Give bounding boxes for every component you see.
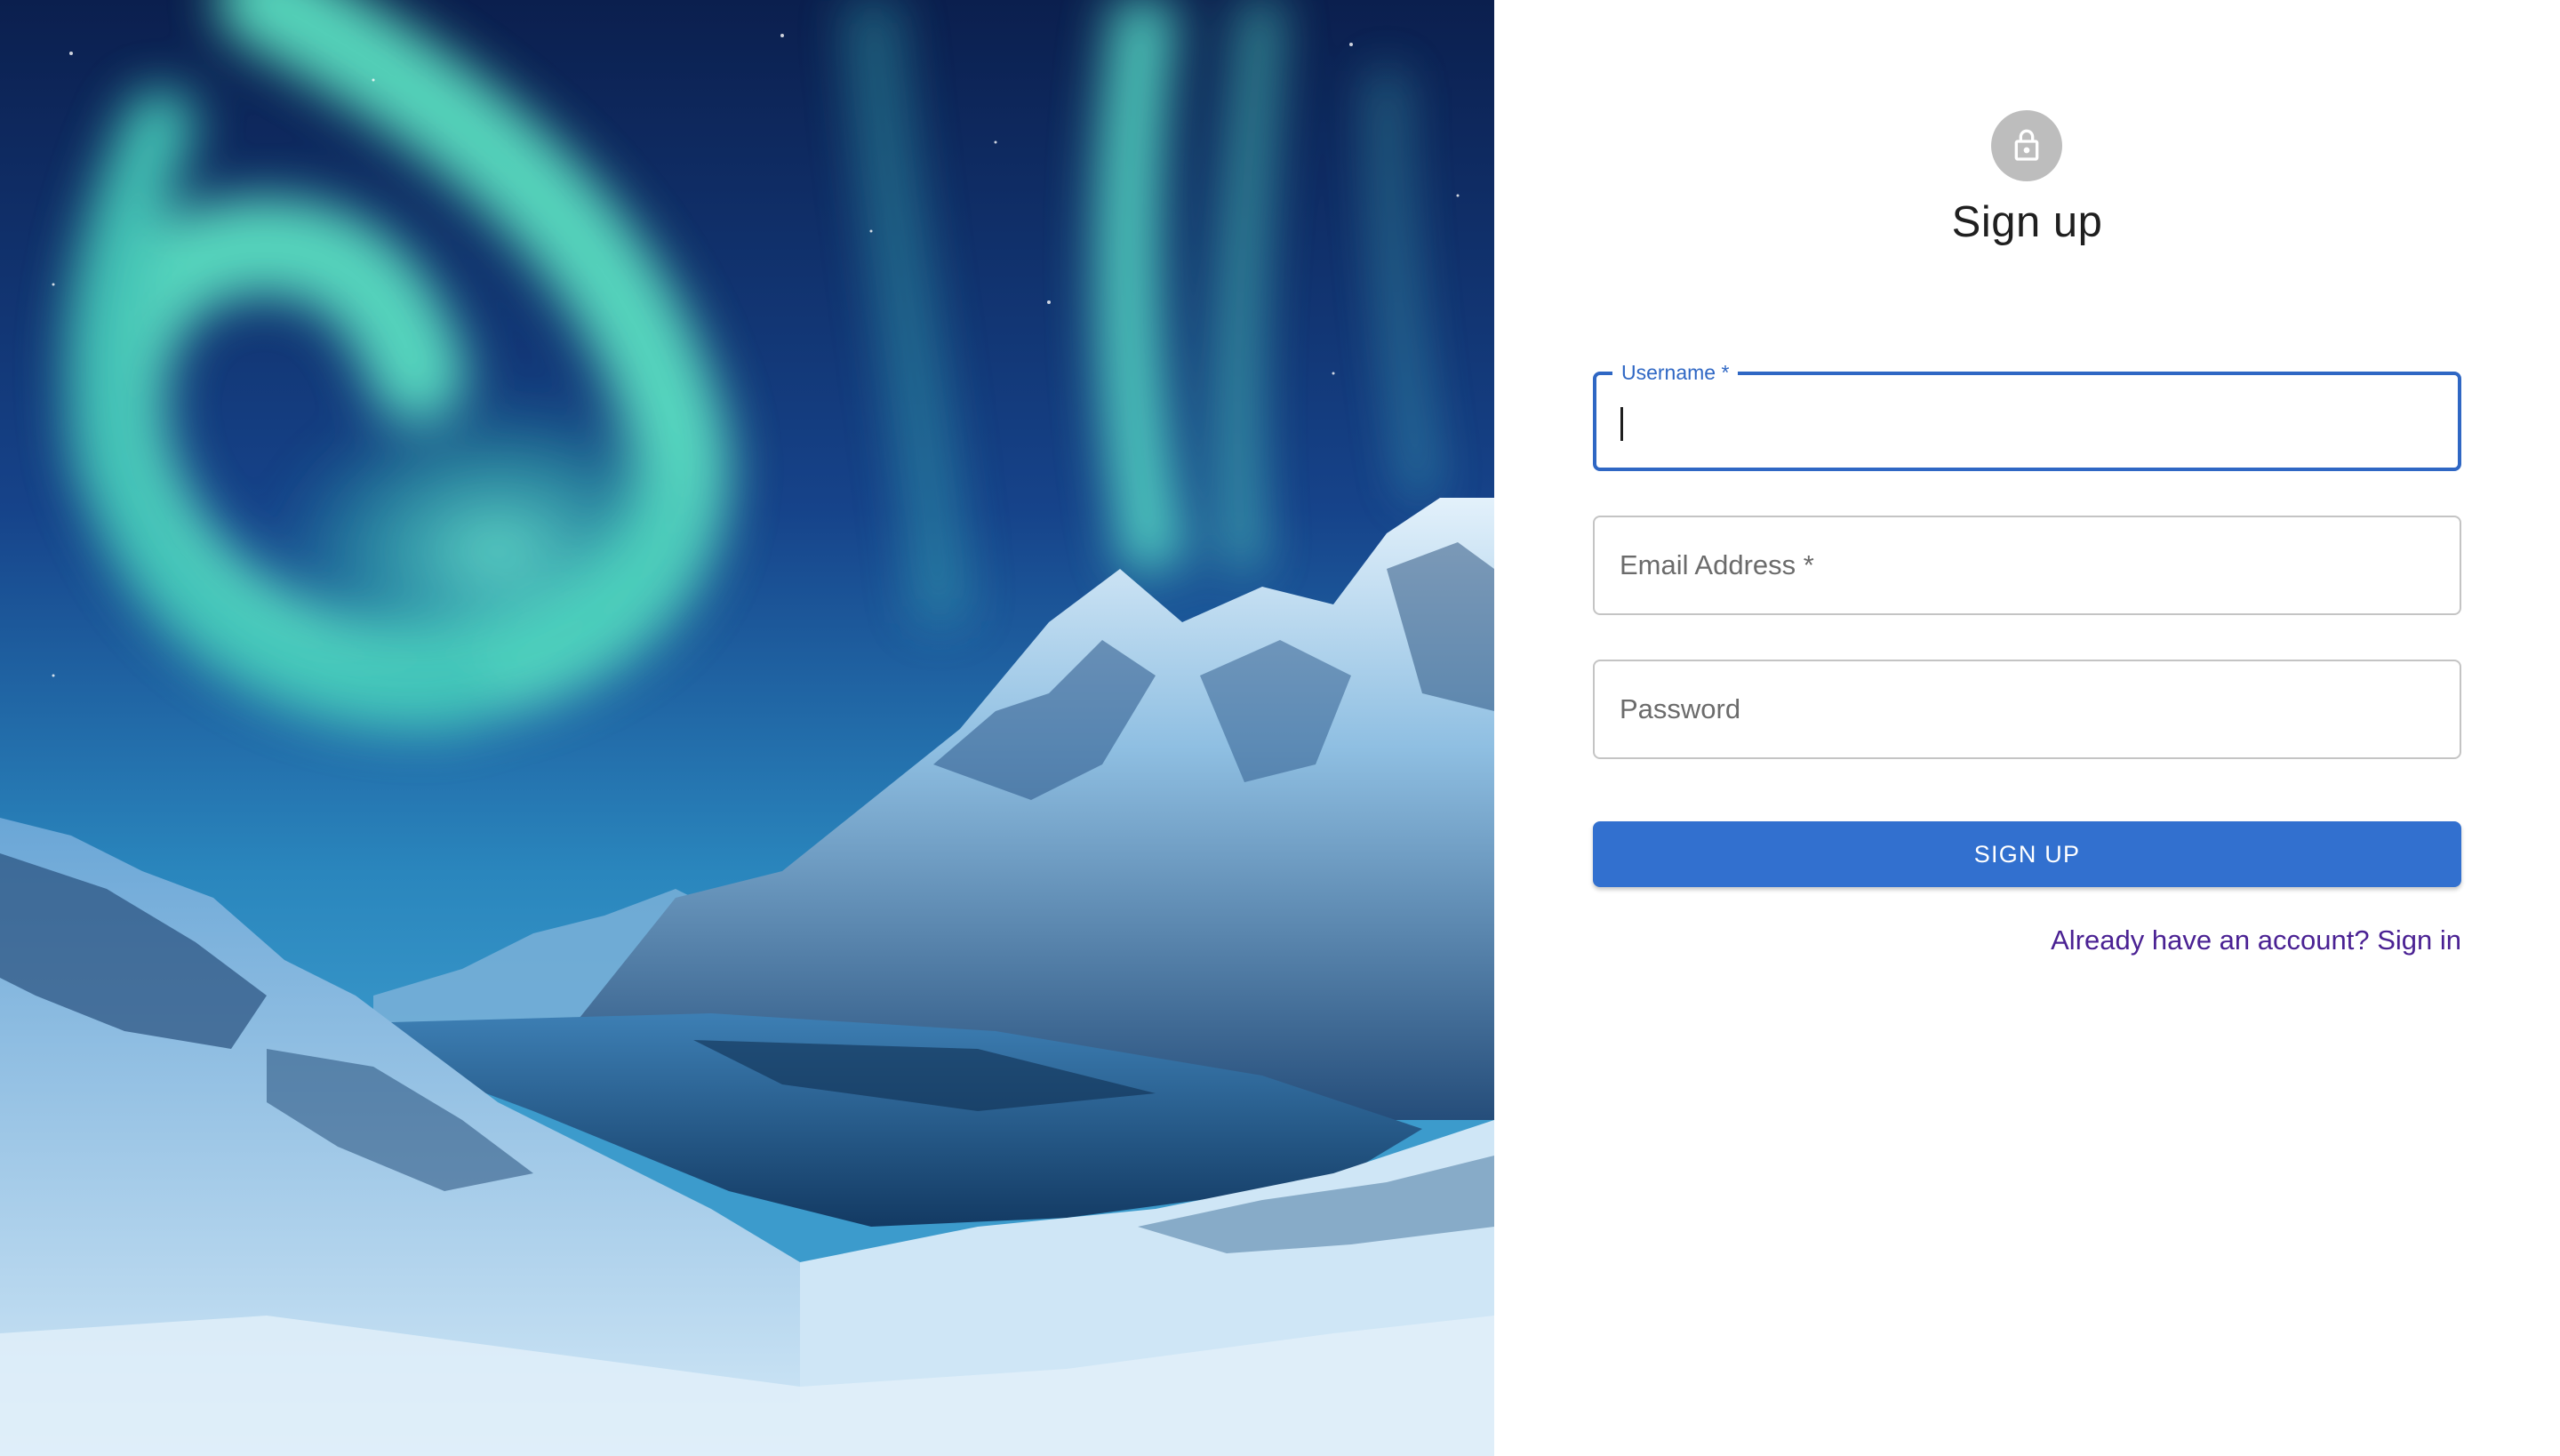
sign-in-link[interactable]: Already have an account? Sign in <box>2051 924 2461 956</box>
aurora-landscape-illustration <box>0 0 1494 1456</box>
username-field[interactable]: Username * <box>1593 361 2461 471</box>
signup-page: Sign up Username * Email Address * Passw… <box>0 0 2560 1456</box>
hero-image <box>0 0 1494 1456</box>
password-field[interactable]: Password <box>1593 660 2461 759</box>
password-placeholder: Password <box>1620 693 1741 724</box>
email-placeholder: Email Address * <box>1620 549 1814 580</box>
page-title: Sign up <box>1951 198 2103 246</box>
sign-up-button[interactable]: SIGN UP <box>1593 821 2461 887</box>
avatar <box>1991 110 2062 181</box>
email-field[interactable]: Email Address * <box>1593 516 2461 615</box>
lock-icon <box>2014 129 2039 161</box>
text-caret <box>1620 407 1623 441</box>
username-label: Username * <box>1612 361 1739 385</box>
signup-panel: Sign up Username * Email Address * Passw… <box>1494 0 2560 1456</box>
